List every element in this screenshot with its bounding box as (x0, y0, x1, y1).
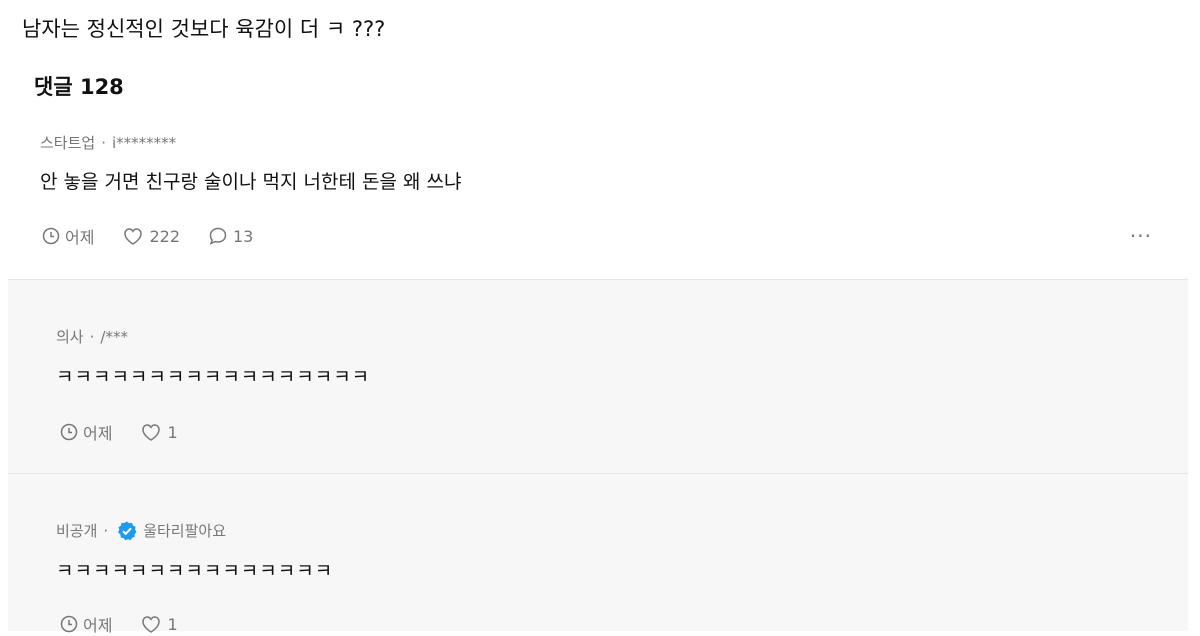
clock-icon (60, 423, 78, 441)
reply-item: 비공개 · 울타리팔아요 ㅋㅋㅋㅋㅋㅋㅋㅋㅋㅋㅋㅋㅋㅋㅋ 어제 1 (8, 473, 1188, 635)
meta-separator: · (101, 134, 106, 152)
time-stamp: 어제 (60, 612, 112, 636)
reply-actions: 어제 1 (60, 420, 206, 444)
comment-user[interactable]: i******** (112, 133, 176, 153)
like-button[interactable]: 1 (140, 422, 178, 442)
clock-icon (42, 227, 60, 245)
heart-icon (142, 424, 161, 441)
time-stamp: 어제 (42, 224, 94, 248)
reply-button[interactable]: 13 (208, 226, 253, 246)
speech-bubble-icon (209, 227, 227, 245)
reply-company[interactable]: 의사 (56, 327, 84, 347)
reply-body: ㅋㅋㅋㅋㅋㅋㅋㅋㅋㅋㅋㅋㅋㅋㅋ (56, 560, 334, 582)
reply-user[interactable]: 울타리팔아요 (143, 521, 226, 541)
reply-body: ㅋㅋㅋㅋㅋㅋㅋㅋㅋㅋㅋㅋㅋㅋㅋㅋㅋ (56, 366, 371, 388)
more-options-button[interactable]: ··· (1130, 224, 1152, 248)
comment: 스타트업 · i******** 안 놓을 거면 친구랑 술이나 먹지 너한테 … (0, 126, 1200, 278)
time-label: 어제 (83, 424, 113, 443)
reply-meta: 의사 · /*** (56, 327, 128, 347)
reply-user[interactable]: /*** (100, 327, 128, 347)
time-stamp: 어제 (60, 420, 112, 444)
time-label: 어제 (65, 228, 95, 247)
like-button[interactable]: 222 (122, 226, 180, 246)
comment-actions: 어제 222 13 (42, 224, 281, 248)
reply-count: 13 (233, 226, 254, 246)
like-count: 1 (167, 422, 178, 442)
comment-company[interactable]: 스타트업 (40, 133, 95, 153)
reply-item: 의사 · /*** ㅋㅋㅋㅋㅋㅋㅋㅋㅋㅋㅋㅋㅋㅋㅋㅋㅋ 어제 1 (8, 279, 1188, 473)
like-button[interactable]: 1 (140, 614, 178, 634)
meta-separator: · (103, 522, 109, 540)
reply-actions: 어제 1 (60, 612, 206, 636)
heart-icon (142, 616, 161, 633)
meta-separator: · (89, 328, 95, 346)
comment-count-heading: 댓글 128 (34, 75, 124, 99)
like-count: 222 (149, 226, 180, 246)
reply-meta: 비공개 · 울타리팔아요 (56, 520, 226, 542)
like-count: 1 (167, 614, 178, 634)
clock-icon (60, 615, 78, 633)
heart-icon (124, 228, 143, 245)
comment-meta: 스타트업 · i******** (40, 133, 176, 153)
reply-company[interactable]: 비공개 (56, 521, 97, 541)
comment-body: 안 놓을 거면 친구랑 술이나 먹지 너한테 돈을 왜 쓰냐 (40, 171, 462, 193)
post-title: 남자는 정신적인 것보다 육감이 더 ㅋ ??? (22, 17, 386, 41)
verified-badge-icon (116, 520, 138, 542)
time-label: 어제 (83, 616, 113, 635)
